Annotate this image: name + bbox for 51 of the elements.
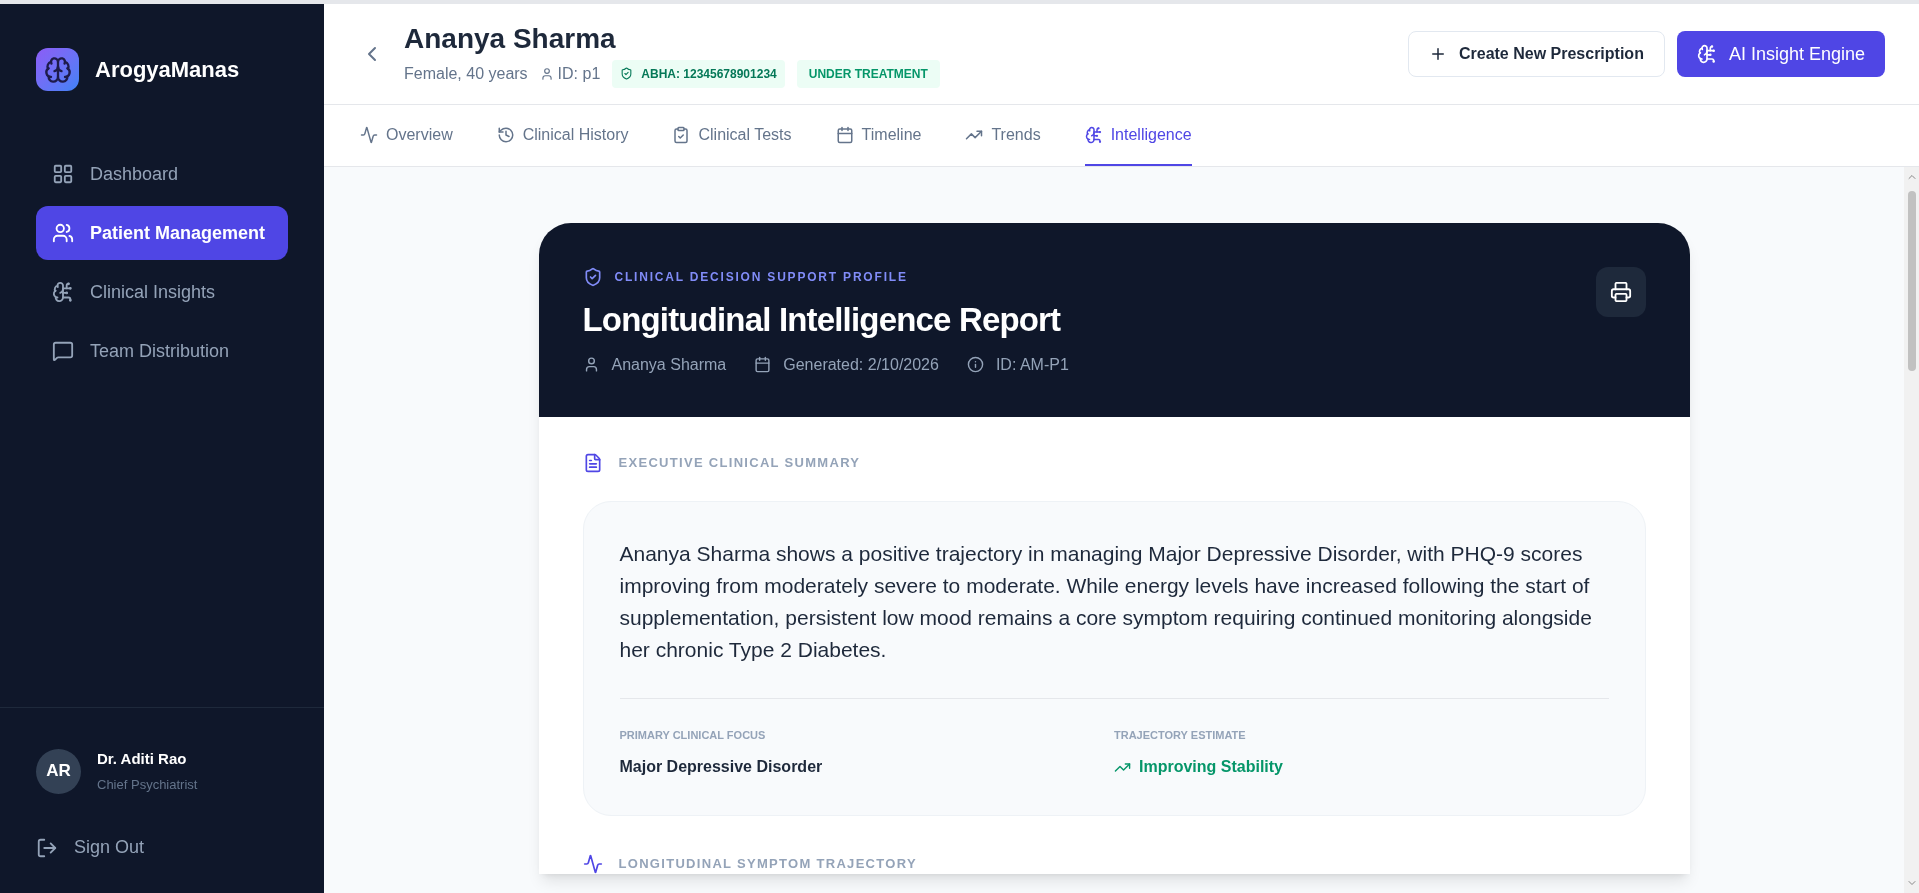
brain-icon: [52, 281, 74, 303]
user-name: Dr. Aditi Rao: [97, 749, 188, 769]
scrollbar-thumb[interactable]: [1907, 191, 1916, 371]
history-icon: [496, 125, 515, 144]
section-heading: EXECUTIVE CLINICAL SUMMARY: [618, 453, 861, 472]
nav-item[interactable]: Dashboard: [36, 147, 288, 201]
field-label: PRIMARY CLINICAL FOCUS: [619, 727, 767, 743]
grid-icon: [52, 163, 74, 185]
summary-text: Ananya Sharma shows a positive trajectory in managing Major Depressive Disorder, with PHQ-9 scores improving from moderately severe to moderate. While energy levels have increased following the start of supplementation, persistent low mood remains a core symptom requiring continued monitoring alongside her chronic Type 2 Diabetes.: [619, 540, 1593, 663]
sign-out-button[interactable]: Sign Out: [36, 834, 288, 861]
report-meta: ID: AM-P1: [995, 354, 1069, 375]
tab[interactable]: Timeline: [835, 105, 922, 166]
user-role: Chief Psychiatrist: [97, 775, 198, 794]
user-avatar: AR: [36, 748, 81, 794]
users-icon: [52, 222, 74, 244]
printer-icon: [1609, 281, 1632, 303]
chat-icon: [52, 340, 74, 362]
section-heading: LONGITUDINAL SYMPTOM TRAJECTORY: [618, 855, 917, 874]
abha-badge: ABHA: 12345678901234: [612, 59, 785, 88]
nav-item[interactable]: Clinical Insights: [36, 265, 288, 319]
tab[interactable]: Overview: [360, 105, 453, 166]
create-prescription-button[interactable]: Create New Prescription: [1407, 31, 1665, 77]
report-title: Longitudinal Intelligence Report: [582, 300, 1062, 340]
print-button[interactable]: [1595, 267, 1646, 317]
tab[interactable]: Clinical Tests: [672, 105, 792, 166]
nav-item[interactable]: Team Distribution: [36, 324, 288, 378]
tab[interactable]: Clinical History: [496, 105, 629, 166]
pulse-icon: [582, 854, 603, 874]
patient-name: Ananya Sharma: [404, 21, 617, 56]
calendar-icon: [835, 125, 854, 144]
brain-icon: [1696, 44, 1717, 64]
logo-icon: [36, 48, 79, 91]
user-icon: [539, 66, 554, 81]
report-meta: Ananya Sharma: [611, 354, 727, 375]
tab[interactable]: Trends: [965, 105, 1041, 166]
patient-details: Female, 40 years: [404, 63, 528, 84]
clipboard-icon: [672, 125, 691, 144]
ai-insight-button[interactable]: AI Insight Engine: [1676, 31, 1885, 77]
sign-out-icon: [36, 836, 58, 859]
nav-item[interactable]: Patient Management: [36, 206, 288, 260]
field-value: Improving Stability: [1139, 757, 1283, 777]
brain-icon: [1084, 125, 1103, 144]
report-eyebrow: CLINICAL DECISION SUPPORT PROFILE: [614, 269, 908, 286]
report-meta: Generated: 2/10/2026: [783, 354, 939, 375]
field-value: Major Depressive Disorder: [619, 757, 824, 777]
app-name: ArogyaManas: [95, 56, 240, 84]
patient-id: ID: p1: [557, 63, 601, 84]
field-label: TRAJECTORY ESTIMATE: [1114, 727, 1247, 743]
scrollbar[interactable]: [1904, 167, 1919, 893]
pulse-icon: [360, 125, 378, 144]
status-badge: UNDER TREATMENT: [796, 59, 940, 88]
